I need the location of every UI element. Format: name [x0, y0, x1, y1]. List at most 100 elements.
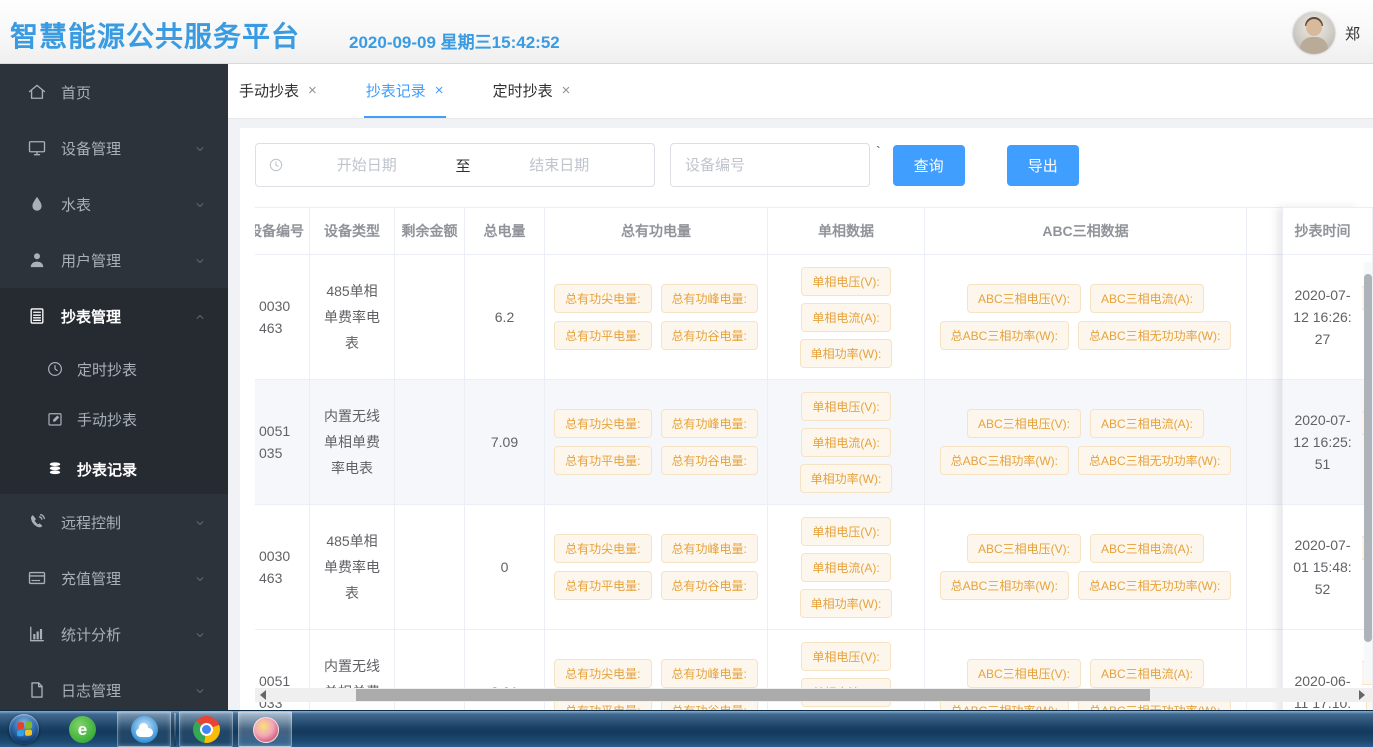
fixed-time-column: 抄表时间 2020-07-12 16:26:27 2020-07-12 16:2…	[1282, 207, 1362, 710]
qq-browser-taskbar-button[interactable]	[117, 711, 171, 747]
horizontal-scrollbar[interactable]	[255, 688, 1373, 702]
tag-valley-energy: 总有功谷电量:	[661, 321, 758, 350]
sidebar: 首页 设备管理 水表 用户管理 抄表管理 定时抄表	[0, 64, 228, 710]
card-icon	[27, 568, 47, 588]
sidebar-item-watermeter[interactable]: 水表	[0, 176, 228, 232]
user-name: 郑	[1345, 23, 1369, 44]
sidebar-item-label: 水表	[61, 194, 91, 215]
cell-read-time: 2020-07-12 16:25:51	[1282, 380, 1362, 505]
tag-sp-current: 单相电流(A):	[801, 553, 890, 582]
tag-peak-energy: 总有功峰电量:	[661, 659, 758, 688]
windows-taskbar: e + 1 20	[0, 710, 1373, 747]
tag-valley-energy: 总有功谷电量:	[661, 571, 758, 600]
tag-peak-energy: 总有功峰电量:	[661, 284, 758, 313]
close-icon[interactable]: ×	[562, 83, 571, 98]
cell-single-phase: 单相电压(V): 单相电流(A): 单相功率(W):	[768, 380, 925, 505]
export-button[interactable]: 导出	[1007, 145, 1079, 186]
tag-abc-power: 总ABC三相功率(W):	[940, 446, 1069, 475]
tag-sharp-energy: 总有功尖电量:	[554, 409, 651, 438]
sidebar-item-timed-reading[interactable]: 定时抄表	[0, 344, 228, 394]
tag-sharp-energy: 总有功尖电量:	[554, 284, 651, 313]
sidebar-item-devices[interactable]: 设备管理	[0, 120, 228, 176]
table-row[interactable]: 0051035 内置无线单相单费率电表 7.09 总有功尖电量: 总有功峰电量:…	[255, 380, 1373, 505]
cell-abc-phase: ABC三相电压(V): ABC三相电流(A): 总ABC三相功率(W): 总AB…	[925, 505, 1247, 630]
sidebar-group-meter-reading: 抄表管理 定时抄表 手动抄表 抄表记录	[0, 288, 228, 494]
tab-manual-reading[interactable]: 手动抄表 ×	[237, 64, 319, 118]
user-box[interactable]: 郑	[1293, 12, 1369, 54]
cell-single-phase: 单相电压(V): 单相电流(A): 单相功率(W):	[768, 505, 925, 630]
cell-device-id: 0030463	[255, 255, 310, 380]
tag-sp-voltage: 单相电压(V):	[801, 267, 890, 296]
cell-abc-phase: ABC三相电压(V): ABC三相电流(A): 总ABC三相功率(W): 总AB…	[925, 380, 1247, 505]
tag-sp-current: 单相电流(A):	[801, 303, 890, 332]
header-datetime: 2020-09-09 星期三15:42:52	[349, 28, 560, 53]
tag-sp-current: 单相电流(A):	[801, 428, 890, 457]
sidebar-item-statistics[interactable]: 统计分析	[0, 606, 228, 662]
avatar[interactable]	[1293, 12, 1335, 54]
chevron-up-icon	[194, 310, 206, 322]
col-header-device-type: 设备类型	[310, 207, 395, 255]
cell-device-type: 485单相单费率电表	[310, 255, 395, 380]
col-header-active-energy: 总有功电量	[545, 207, 768, 255]
screen: 智慧能源公共服务平台 2020-09-09 星期三15:42:52 郑 首页 设…	[0, 0, 1373, 747]
close-icon[interactable]: ×	[435, 83, 444, 98]
cell-total-energy: 0	[465, 505, 545, 630]
query-button[interactable]: 查询	[893, 145, 965, 186]
document-icon	[27, 680, 47, 700]
start-date-input[interactable]	[284, 157, 450, 174]
range-separator: 至	[450, 155, 477, 176]
cell-total-energy: 6.2	[465, 255, 545, 380]
scroll-left-icon[interactable]	[260, 690, 266, 700]
date-range-picker[interactable]: 至	[255, 143, 655, 187]
database-icon	[46, 460, 64, 478]
tag-abc-current: ABC三相电流(A):	[1090, 659, 1204, 688]
table-row[interactable]: 0030463 485单相单费率电表 6.2 总有功尖电量: 总有功峰电量: 总…	[255, 255, 1373, 380]
sidebar-item-remote-control[interactable]: 远程控制	[0, 494, 228, 550]
tag-abc-reactive: 总ABC三相无功功率(W):	[1078, 446, 1231, 475]
sidebar-item-label: 远程控制	[61, 512, 121, 533]
sidebar-item-manual-reading[interactable]: 手动抄表	[0, 394, 228, 444]
tag-sp-voltage: 单相电压(V):	[801, 392, 890, 421]
end-date-input[interactable]	[477, 157, 643, 174]
sidebar-item-label: 设备管理	[61, 138, 121, 159]
clock-icon	[268, 157, 284, 173]
tab-timed-reading[interactable]: 定时抄表 ×	[491, 64, 573, 118]
tag-sp-power: 单相功率(W):	[800, 339, 893, 368]
cell-read-time: 2020-07-12 16:26:27	[1282, 255, 1362, 380]
sidebar-item-reading-records[interactable]: 抄表记录	[0, 444, 228, 494]
table-header-row: 设备编号 设备类型 剩余金额 总电量 总有功电量 单相数据 ABC三相数据	[255, 207, 1373, 255]
tag-flat-energy: 总有功平电量:	[554, 446, 651, 475]
sidebar-item-label: 手动抄表	[77, 409, 137, 430]
device-id-input[interactable]	[670, 143, 870, 187]
browser-360-icon[interactable]: e	[69, 716, 96, 743]
horizontal-scrollbar-thumb[interactable]	[356, 689, 1150, 701]
photo-viewer-taskbar-button[interactable]	[238, 711, 292, 747]
cell-balance	[395, 255, 465, 380]
search-row: 至 ` 查询 导出	[255, 143, 1079, 187]
table-row[interactable]: 0030463 485单相单费率电表 0 总有功尖电量: 总有功峰电量: 总有功…	[255, 505, 1373, 630]
sidebar-item-users[interactable]: 用户管理	[0, 232, 228, 288]
clock-icon	[46, 360, 64, 378]
col-header-device-id: 设备编号	[255, 207, 310, 255]
chrome-taskbar-button[interactable]	[179, 711, 233, 747]
cell-device-id: 0030463	[255, 505, 310, 630]
sidebar-item-recharge[interactable]: 充值管理	[0, 550, 228, 606]
start-button[interactable]	[9, 714, 39, 744]
stray-character: `	[876, 143, 881, 159]
sidebar-item-meter-management[interactable]: 抄表管理	[0, 288, 228, 344]
tag-abc-voltage: ABC三相电压(V):	[967, 659, 1081, 688]
edit-icon	[46, 410, 64, 428]
sidebar-item-label: 首页	[61, 82, 91, 103]
sidebar-item-label: 抄表管理	[61, 306, 121, 327]
vertical-scrollbar[interactable]	[1364, 262, 1372, 680]
chevron-down-icon	[194, 254, 206, 266]
tab-reading-records[interactable]: 抄表记录 ×	[364, 64, 446, 118]
vertical-scrollbar-thumb[interactable]	[1364, 274, 1372, 642]
close-icon[interactable]: ×	[308, 83, 317, 98]
content-card: 至 ` 查询 导出 设备编号 设备类型 剩余金额 总电量 总有功电量 单相数据 …	[240, 128, 1373, 710]
col-header-balance: 剩余金额	[395, 207, 465, 255]
sidebar-item-home[interactable]: 首页	[0, 64, 228, 120]
scroll-right-icon[interactable]	[1359, 690, 1365, 700]
tag-abc-current: ABC三相电流(A):	[1090, 534, 1204, 563]
cell-active-energy: 总有功尖电量: 总有功峰电量: 总有功平电量: 总有功谷电量:	[545, 380, 768, 505]
